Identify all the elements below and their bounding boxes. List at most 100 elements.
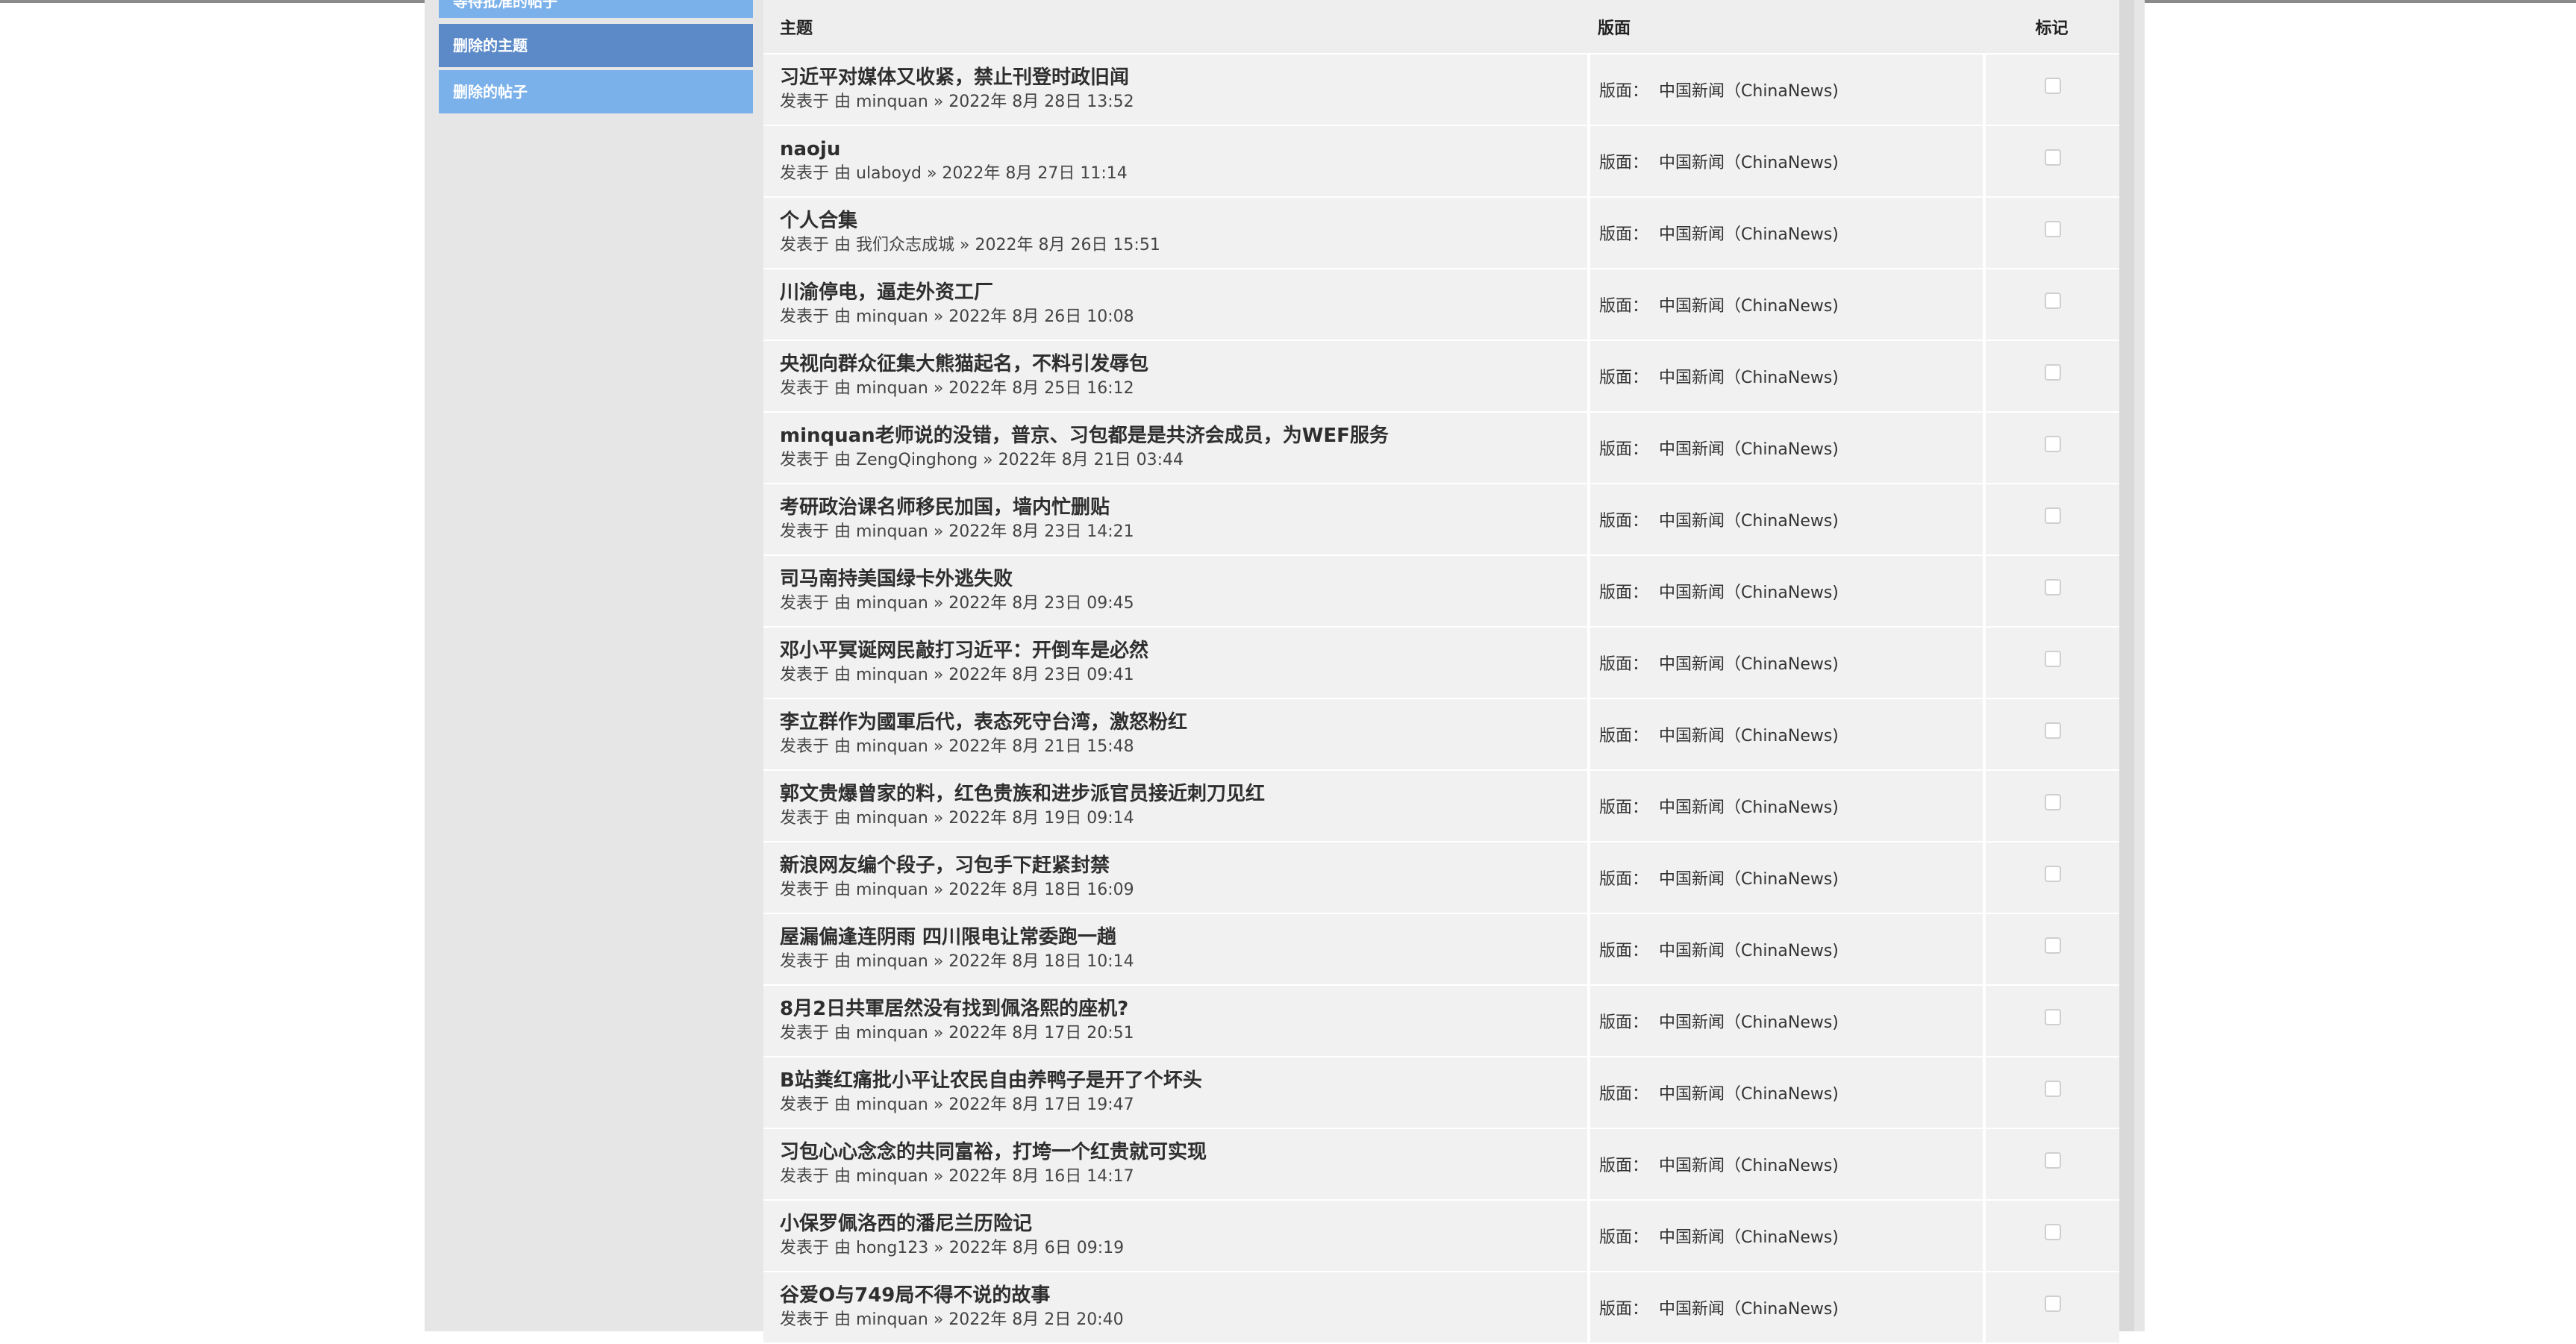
topic-title-link[interactable]: 央视向群众征集大熊猫起名，不料引发辱包 (780, 352, 1587, 376)
mark-checkbox[interactable] (2044, 1295, 2061, 1312)
topic-title-link[interactable]: minquan老师说的没错，普京、习包都是是共济会成员，为WEF服务 (780, 424, 1587, 448)
topic-title-link[interactable]: 川渝停电，逼走外资工厂 (780, 281, 1587, 304)
mark-checkbox[interactable] (2044, 1008, 2061, 1025)
topic-title-link[interactable]: 小保罗佩洛西的潘尼兰历险记 (780, 1212, 1587, 1236)
table-row: 郭文贵爆曾家的料，红色贵族和进步派官员接近刺刀见红发表于 由 minquan »… (763, 770, 2119, 843)
forum-link[interactable]: 中国新闻（ChinaNews) (1659, 440, 1839, 459)
forum-link[interactable]: 中国新闻（ChinaNews) (1659, 369, 1839, 387)
forum-cell: 版面： 中国新闻（ChinaNews) (1589, 340, 1986, 413)
mark-checkbox[interactable] (2044, 1080, 2061, 1097)
author-link[interactable]: 我们众志成城 (856, 236, 954, 254)
topic-title-link[interactable]: 司马南持美国绿卡外逃失败 (780, 567, 1587, 591)
topic-title-link[interactable]: 习近平对媒体又收紧，禁止刊登时政旧闻 (780, 66, 1587, 90)
forum-link[interactable]: 中国新闻（ChinaNews) (1659, 655, 1839, 674)
forum-link[interactable]: 中国新闻（ChinaNews) (1659, 1085, 1839, 1104)
author-link[interactable]: ZengQinghong (856, 451, 978, 469)
author-link[interactable]: minquan (856, 1024, 928, 1043)
topic-cell: 习近平对媒体又收紧，禁止刊登时政旧闻 发表于 由 minquan » 2022年 … (763, 54, 1590, 126)
table-row: 屋漏偏逢连阴雨 四川限电让常委跑一趟 发表于 由 minquan » 2022年 … (763, 913, 2119, 986)
mark-checkbox[interactable] (2044, 937, 2061, 954)
author-link[interactable]: minquan (856, 737, 928, 756)
forum-label: 版面： (1599, 82, 1649, 101)
author-link[interactable]: minquan (856, 1310, 928, 1329)
post-date: 2022年 8月 27日 11:14 (942, 164, 1128, 183)
forum-link[interactable]: 中国新闻（ChinaNews) (1659, 154, 1839, 172)
mark-checkbox[interactable] (2044, 220, 2061, 237)
header-topic: 主题 (763, 0, 1589, 54)
forum-link[interactable]: 中国新闻（ChinaNews) (1659, 727, 1839, 746)
topic-title-link[interactable]: naoju (780, 137, 1587, 161)
author-link[interactable]: minquan (856, 307, 928, 326)
forum-link[interactable]: 中国新闻（ChinaNews) (1659, 1300, 1839, 1319)
mark-checkbox[interactable] (2044, 363, 2061, 381)
topic-title-link[interactable]: 8月2日共軍居然没有找到佩洛熙的座机? (780, 997, 1587, 1021)
topic-title-link[interactable]: 屋漏偏逢连阴雨 四川限电让常委跑一趟 (780, 925, 1587, 949)
author-link[interactable]: minquan (856, 93, 928, 111)
forum-link[interactable]: 中国新闻（ChinaNews) (1659, 297, 1839, 316)
topic-cell: 习包心心念念的共同富裕，打垮一个红贵就可实现发表于 由 minquan » 20… (763, 1128, 1590, 1201)
mark-checkbox[interactable] (2044, 507, 2061, 524)
author-link[interactable]: minquan (856, 666, 928, 684)
meta-prefix: 发表于 由 (780, 236, 851, 254)
sidebar-item-unapproved-posts[interactable]: 等待批准的帖子 (439, 0, 753, 18)
mark-cell (1984, 913, 2119, 986)
mark-checkbox[interactable] (2044, 1151, 2061, 1169)
mark-checkbox[interactable] (2044, 149, 2061, 166)
mark-checkbox[interactable] (2044, 292, 2061, 309)
forum-label: 版面： (1599, 154, 1649, 172)
forum-link[interactable]: 中国新闻（ChinaNews) (1659, 1157, 1839, 1175)
author-link[interactable]: ulaboyd (856, 164, 922, 183)
topic-title-link[interactable]: 李立群作为國軍后代，表态死守台湾，激怒粉红 (780, 710, 1587, 734)
topic-title-link[interactable]: B站粪红痛批小平让农民自由养鸭子是开了个坏头 (780, 1069, 1587, 1093)
sidebar-item-deleted-topics[interactable]: 删除的主题 (439, 24, 753, 67)
meta-prefix: 发表于 由 (780, 1024, 851, 1043)
topic-title-link[interactable]: 个人合集 (780, 209, 1587, 233)
author-link[interactable]: minquan (856, 952, 928, 971)
topic-title-link[interactable]: 新浪网友编个段子，习包手下赶紧封禁 (780, 854, 1587, 878)
topic-title-link[interactable]: 谷爱O与749局不得不说的故事 (780, 1284, 1587, 1307)
forum-link[interactable]: 中国新闻（ChinaNews) (1659, 870, 1839, 889)
post-date: 2022年 8月 26日 15:51 (975, 236, 1160, 254)
forum-link[interactable]: 中国新闻（ChinaNews) (1659, 82, 1839, 101)
meta-prefix: 发表于 由 (780, 952, 851, 971)
topic-meta: 发表于 由 minquan » 2022年 8月 19日 09:14 (780, 809, 1134, 828)
topic-title-link[interactable]: 考研政治课名师移民加国，墙内忙删贴 (780, 496, 1587, 519)
forum-link[interactable]: 中国新闻（ChinaNews) (1659, 1228, 1839, 1247)
forum-link[interactable]: 中国新闻（ChinaNews) (1659, 225, 1839, 244)
topic-title-link[interactable]: 郭文贵爆曾家的料，红色贵族和进步派官员接近刺刀见红 (780, 782, 1587, 806)
topic-title-link[interactable]: 习包心心念念的共同富裕，打垮一个红贵就可实现 (780, 1140, 1587, 1164)
forum-label: 版面： (1599, 1228, 1649, 1247)
mark-checkbox[interactable] (2044, 77, 2061, 94)
author-link[interactable]: minquan (856, 1095, 928, 1114)
forum-label: 版面： (1599, 798, 1649, 817)
forum-label: 版面： (1599, 1085, 1649, 1104)
topic-meta: 发表于 由 minquan » 2022年 8月 16日 14:17 (780, 1167, 1134, 1186)
post-date: 2022年 8月 28日 13:52 (948, 93, 1134, 111)
author-link[interactable]: minquan (856, 522, 928, 541)
mark-checkbox[interactable] (2044, 1223, 2061, 1240)
topic-list-panel: 主题 版面 标记 习近平对媒体又收紧，禁止刊登时政旧闻 发表于 由 minquan… (763, 0, 2119, 1344)
sidebar-item-deleted-posts[interactable]: 删除的帖子 (439, 70, 753, 113)
mark-checkbox[interactable] (2044, 435, 2061, 452)
forum-link[interactable]: 中国新闻（ChinaNews) (1659, 942, 1839, 960)
forum-link[interactable]: 中国新闻（ChinaNews) (1659, 584, 1839, 602)
forum-link[interactable]: 中国新闻（ChinaNews) (1659, 1013, 1839, 1032)
forum-link[interactable]: 中国新闻（ChinaNews) (1659, 512, 1839, 531)
author-link[interactable]: minquan (856, 1167, 928, 1186)
mark-checkbox[interactable] (2044, 650, 2061, 667)
meta-prefix: 发表于 由 (780, 809, 851, 828)
author-link[interactable]: minquan (856, 809, 928, 828)
mark-cell (1984, 985, 2119, 1057)
mark-checkbox[interactable] (2044, 722, 2061, 739)
forum-link[interactable]: 中国新闻（ChinaNews) (1659, 798, 1839, 817)
author-link[interactable]: hong123 (856, 1239, 928, 1257)
mark-checkbox[interactable] (2044, 578, 2061, 596)
mark-checkbox[interactable] (2044, 865, 2061, 882)
mark-checkbox[interactable] (2044, 793, 2061, 810)
table-row: naoju 发表于 由 ulaboyd » 2022年 8月 27日 11:14 版… (763, 125, 2119, 198)
author-link[interactable]: minquan (856, 881, 928, 899)
table-row: 李立群作为國軍后代，表态死守台湾，激怒粉红 发表于 由 minquan » 202… (763, 698, 2119, 771)
author-link[interactable]: minquan (856, 379, 928, 398)
topic-title-link[interactable]: 邓小平冥诞网民敲打习近平：开倒车是必然 (780, 639, 1587, 663)
author-link[interactable]: minquan (856, 594, 928, 613)
